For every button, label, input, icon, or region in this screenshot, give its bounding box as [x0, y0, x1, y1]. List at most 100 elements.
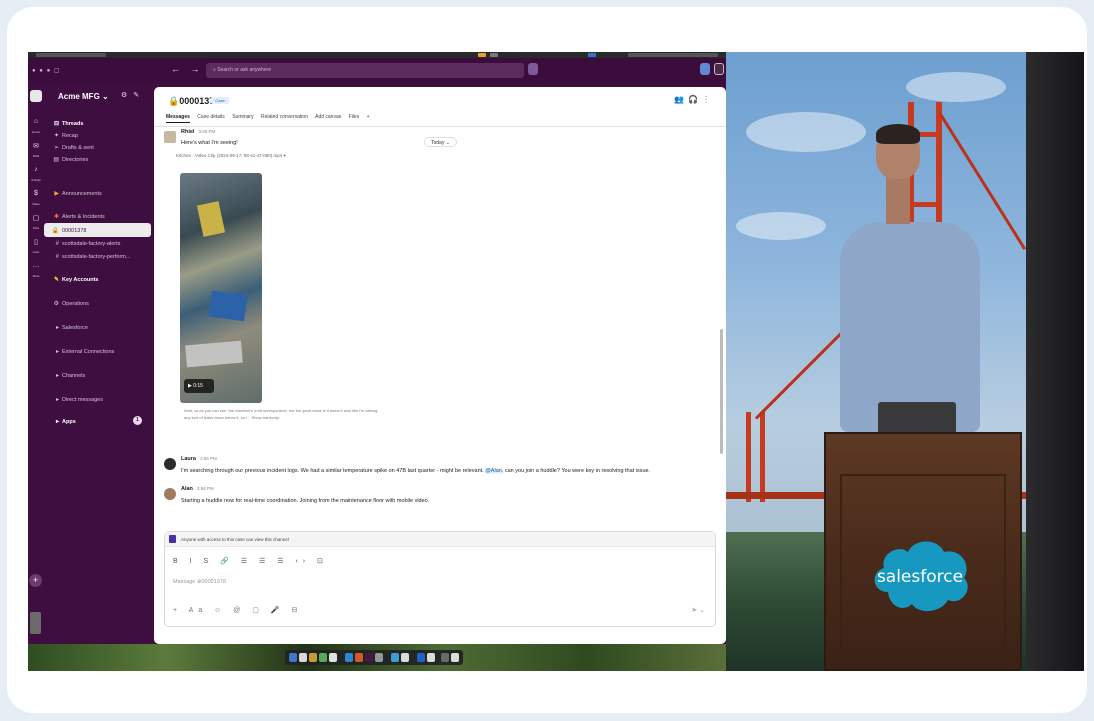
- message-scrollbar[interactable]: [720, 329, 723, 454]
- later-icon[interactable]: ▯: [31, 238, 41, 246]
- presenter: [840, 222, 980, 432]
- user-avatar[interactable]: [30, 612, 41, 634]
- play-button[interactable]: ▶ 0:15: [184, 379, 214, 393]
- rail-label-activity: Activity: [31, 178, 41, 182]
- composer-actions[interactable]: + Aa ☺ @ ▢ 🎤 ⊟: [173, 606, 302, 614]
- compose-icon: ✎: [133, 92, 146, 99]
- caret-icon: ▸: [55, 349, 59, 355]
- gear-icon: ⚙: [121, 92, 134, 99]
- sidebar-section-apps[interactable]: ▸ Apps 1: [44, 414, 152, 428]
- app-icon[interactable]: [345, 653, 353, 662]
- file-attachment-name[interactable]: Kitchen · Video Clip (2024-09-17, 08-41-…: [176, 153, 286, 159]
- caret-icon: ▸: [55, 419, 59, 425]
- presenter: [886, 174, 910, 224]
- bridge-tower: [746, 412, 751, 502]
- video-frame-element: [208, 290, 248, 322]
- help-icon[interactable]: [528, 63, 538, 75]
- megaphone-icon: ▶: [54, 191, 59, 197]
- thread-icon: ⊟: [53, 121, 59, 127]
- tab-files[interactable]: Files: [349, 114, 360, 120]
- profile-icon[interactable]: [700, 63, 710, 75]
- sidebar-item-case-channel[interactable]: 🔒 00001378: [44, 223, 151, 237]
- date-divider[interactable]: Today ⌄: [424, 137, 457, 147]
- send-icon: ➢: [53, 145, 59, 151]
- video-transcript: Wait, so as you can see, the machine's a…: [184, 408, 378, 420]
- sky-cloud: [736, 212, 826, 240]
- app-icon[interactable]: [391, 653, 399, 662]
- sidebar-item-factory-alerts[interactable]: # scottsdale-factory-alerts: [44, 237, 152, 251]
- app-icon[interactable]: [309, 653, 317, 662]
- user-mention[interactable]: @Alan: [485, 468, 502, 474]
- slack-titlebar: ● ● ● ▢ ← → ⟲ ⌕ Search or ask anywhere: [28, 58, 726, 82]
- app-icon[interactable]: [319, 653, 327, 662]
- formatting-toolbar[interactable]: B I S 🔗 ☰ ☰ ☰ ‹› ⊡: [173, 557, 328, 565]
- message-author[interactable]: Rhiel 3:56 PM: [181, 129, 215, 135]
- sidebar-item-factory-performance[interactable]: # scottsdale-factory-perform...: [44, 250, 152, 264]
- sidebar-section-dms[interactable]: ▸ Direct messages: [44, 392, 152, 406]
- app-icon[interactable]: [417, 653, 425, 662]
- avatar[interactable]: [164, 458, 176, 470]
- tab-related-conversation[interactable]: Related conversation: [261, 114, 308, 120]
- tab-add-canvas[interactable]: Add canvas: [315, 114, 341, 120]
- app-icon[interactable]: [299, 653, 307, 662]
- video-attachment[interactable]: ▶ 0:15: [180, 173, 262, 403]
- message-text: Here's what I'm seeing!: [181, 140, 238, 146]
- send-button[interactable]: ➤ ⌄: [691, 606, 705, 614]
- app-icon[interactable]: [451, 653, 459, 662]
- window-controls[interactable]: ● ● ● ▢: [32, 67, 61, 74]
- message-text: Starting a huddle now for real-time coor…: [181, 498, 430, 504]
- app-icon[interactable]: [355, 653, 363, 662]
- add-workspace-button[interactable]: +: [29, 574, 42, 587]
- sidebar-item-alerts[interactable]: ✱ Alerts & Incidents: [44, 209, 152, 223]
- message-author[interactable]: Alan 3:56 PM: [181, 486, 214, 492]
- sidebar-header-icons[interactable]: ⚙✎: [121, 91, 145, 99]
- tab-case-details[interactable]: Case details: [197, 114, 225, 120]
- sidebar-item-directories[interactable]: ▤ Directories: [44, 152, 152, 166]
- finder-icon[interactable]: [289, 653, 297, 662]
- app-icon[interactable]: [427, 653, 435, 662]
- huddle-icon: 🎧: [688, 95, 702, 104]
- slack-app-screen: ● ● ● ▢ ← → ⟲ ⌕ Search or ask anywhere ⌂…: [28, 52, 726, 671]
- rail-label-home: Home: [31, 130, 40, 134]
- channel-view: 🔒00001378 Case 👥🎧⋮ Messages Case details…: [154, 87, 726, 644]
- add-tab-button[interactable]: +: [367, 114, 370, 120]
- chevron-down-icon: ⌄: [102, 92, 109, 101]
- sidebar-item-key-accounts[interactable]: ✎ Key Accounts: [44, 272, 152, 286]
- app-icon[interactable]: [329, 653, 337, 662]
- workspace-name[interactable]: Acme MFG ⌄: [58, 92, 109, 101]
- rail-label-later: Later: [32, 250, 40, 254]
- app-icon[interactable]: [375, 653, 383, 662]
- sidebar-section-channels[interactable]: ▸ Channels: [44, 368, 152, 382]
- sidebar-item-announcements[interactable]: ▶ Announcements: [44, 186, 152, 200]
- app-icon[interactable]: [401, 653, 409, 662]
- more-icon[interactable]: …: [31, 262, 41, 269]
- channel-tabs: Messages Case details Summary Related co…: [166, 114, 376, 123]
- sidebar-item-operations[interactable]: ⚙ Operations: [44, 296, 152, 310]
- search-input[interactable]: ⌕ Search or ask anywhere: [206, 63, 524, 78]
- avatar[interactable]: [164, 131, 176, 143]
- channel-actions[interactable]: 👥🎧⋮: [674, 95, 714, 104]
- sales-icon[interactable]: $: [31, 190, 41, 197]
- lock-icon: 🔒: [51, 228, 59, 234]
- dm-icon[interactable]: ✉: [31, 142, 41, 150]
- home-icon[interactable]: ⌂: [31, 118, 41, 125]
- slack-dock-icon[interactable]: [365, 653, 373, 662]
- members-icon: 👥: [674, 95, 689, 104]
- video-frame-element: [196, 201, 226, 237]
- tab-summary[interactable]: Summary: [232, 114, 253, 120]
- sidebar-section-external[interactable]: ▸ External Connections: [44, 344, 152, 358]
- file-icon[interactable]: ▢: [31, 214, 41, 222]
- message-input[interactable]: Message ⊕00001378: [173, 579, 226, 585]
- settings-icon[interactable]: [714, 63, 724, 75]
- workspace-logo[interactable]: [30, 90, 42, 102]
- trash-icon[interactable]: [441, 653, 449, 662]
- tab-messages[interactable]: Messages: [166, 114, 190, 123]
- message-author[interactable]: Laura 3:56 PM: [181, 456, 217, 462]
- slack-window: ● ● ● ▢ ← → ⟲ ⌕ Search or ask anywhere ⌂…: [28, 58, 726, 644]
- avatar[interactable]: [164, 488, 176, 500]
- sidebar-section-salesforce[interactable]: ▸ Salesforce: [44, 320, 152, 334]
- desktop-wallpaper: [28, 644, 726, 671]
- caret-icon: ▸: [55, 325, 59, 331]
- access-notice: Anyone with access to this case can view…: [165, 532, 715, 547]
- bell-icon[interactable]: ♪: [31, 166, 41, 173]
